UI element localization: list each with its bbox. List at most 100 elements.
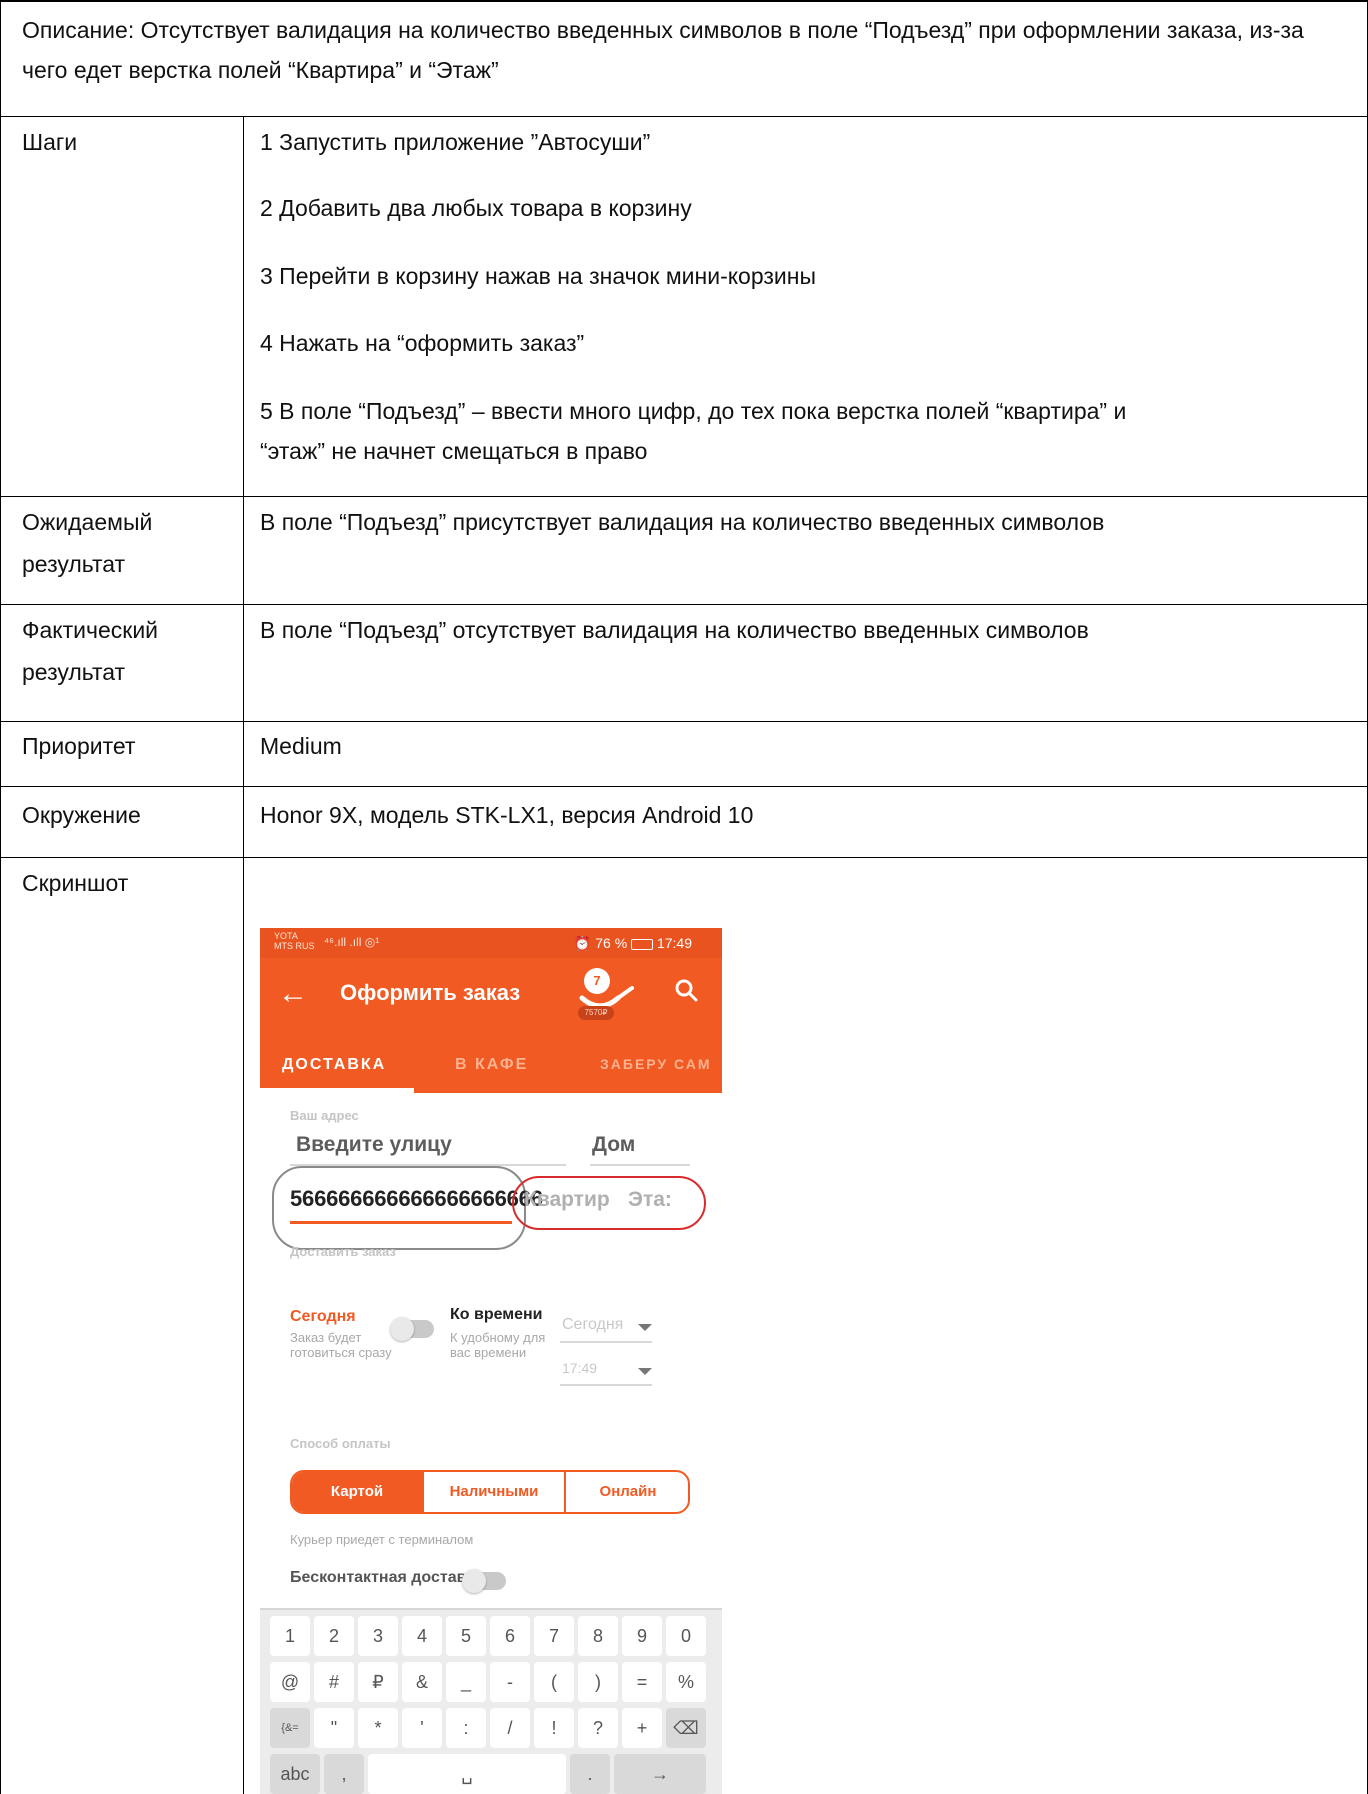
apartment-input[interactable]: Квартир: [524, 1188, 610, 1212]
environment-value: Honor 9X, модель STK-LX1, версия Android…: [260, 802, 754, 828]
today-sub-1: Заказ будет: [290, 1330, 362, 1345]
carrier-info: YOTA MTS RUS: [274, 931, 315, 951]
key-space[interactable]: ␣: [368, 1754, 566, 1794]
key-1[interactable]: 1: [270, 1616, 310, 1656]
key-2[interactable]: 2: [314, 1616, 354, 1656]
key-equals[interactable]: =: [622, 1662, 662, 1702]
battery-icon: [631, 938, 654, 950]
key-minus[interactable]: -: [490, 1662, 530, 1702]
tab-delivery[interactable]: ДОСТАВКА: [282, 1056, 386, 1074]
carrier-mts: MTS RUS: [274, 941, 315, 951]
house-underline: [590, 1164, 690, 1166]
key-6[interactable]: 6: [490, 1616, 530, 1656]
floor-input[interactable]: Эта:: [628, 1188, 672, 1212]
key-abc[interactable]: abc: [270, 1754, 320, 1794]
clock: 17:49: [656, 935, 692, 951]
tab-pickup[interactable]: ЗАБЕРУ САМ: [600, 1056, 712, 1072]
ontime-sub-1: К удобному для: [450, 1330, 546, 1345]
street-input[interactable]: Введите улицу: [296, 1133, 452, 1157]
payment-selector: Картой Наличными Онлайн: [290, 1470, 690, 1514]
today-sub-2: готовиться сразу: [290, 1345, 392, 1360]
key-7[interactable]: 7: [534, 1616, 574, 1656]
key-5[interactable]: 5: [446, 1616, 486, 1656]
page-title: Оформить заказ: [340, 980, 521, 1005]
actual-value: В поле “Подъезд” отсутствует валидация н…: [260, 617, 1089, 643]
actual-label-2: результат: [22, 659, 126, 685]
key-ruble[interactable]: ₽: [358, 1662, 398, 1702]
keyboard: 1 2 3 4 5 6 7 8 9 0 @ # ₽ & _ - ( ) = % …: [260, 1608, 722, 1794]
house-input[interactable]: Дом: [592, 1133, 635, 1157]
battery-percent: 76 %: [595, 935, 628, 951]
contactless-toggle[interactable]: [462, 1569, 506, 1593]
key-ampersand[interactable]: &: [402, 1662, 442, 1702]
time-toggle[interactable]: [390, 1317, 434, 1341]
carrier-yota: YOTA: [274, 931, 298, 941]
expected-value: В поле “Подъезд” присутствует валидация …: [260, 509, 1105, 535]
expected-label-2: результат: [22, 551, 126, 577]
mini-cart[interactable]: 7 7570₽: [578, 966, 638, 1026]
chevron-down-icon: [638, 1324, 652, 1331]
row-divider: [0, 604, 1368, 605]
courier-note: Курьер приедет с терминалом: [290, 1532, 474, 1547]
key-hash[interactable]: #: [314, 1662, 354, 1702]
key-underscore[interactable]: _: [446, 1662, 486, 1702]
back-arrow-icon[interactable]: ←: [278, 974, 308, 1014]
key-4[interactable]: 4: [402, 1616, 442, 1656]
key-period[interactable]: .: [570, 1754, 610, 1794]
enter-arrow-icon[interactable]: →: [614, 1754, 706, 1794]
payment-card[interactable]: Картой: [292, 1472, 422, 1512]
row-divider: [0, 857, 1368, 858]
column-divider: [243, 116, 244, 1794]
step-3: 3 Перейти в корзину нажав на значок мини…: [260, 263, 817, 289]
tab-cafe[interactable]: В КАФЕ: [455, 1056, 528, 1074]
key-3[interactable]: 3: [358, 1616, 398, 1656]
phone-screenshot: YOTA MTS RUS ⁴⁶.ıll .ıll ◎¹ ⏰ 76 % 17:49…: [260, 928, 722, 1794]
time-select[interactable]: 17:49: [562, 1360, 597, 1376]
key-at[interactable]: @: [270, 1662, 310, 1702]
key-symbols[interactable]: {&=: [270, 1708, 310, 1748]
key-rparen[interactable]: ): [578, 1662, 618, 1702]
signal-icon: ⁴⁶.ıll .ıll ◎¹: [324, 935, 380, 949]
environment-label: Окружение: [22, 802, 141, 828]
step-5-cont: “этаж” не начнет смещаться в право: [260, 438, 648, 464]
step-5: 5 В поле “Подъезд” – ввести много цифр, …: [260, 398, 1127, 424]
key-colon[interactable]: :: [446, 1708, 486, 1748]
key-exclamation[interactable]: !: [534, 1708, 574, 1748]
app-bar: ← Оформить заказ 7 7570₽: [260, 958, 722, 1038]
row-divider: [0, 496, 1368, 497]
key-comma[interactable]: ,: [324, 1754, 364, 1794]
payment-online[interactable]: Онлайн: [564, 1472, 688, 1512]
alarm-icon: ⏰: [573, 935, 592, 951]
step-4: 4 Нажать на “оформить заказ”: [260, 330, 585, 356]
step-2: 2 Добавить два любых товара в корзину: [260, 195, 692, 221]
ontime-title: Ко времени: [450, 1306, 543, 1323]
cart-sum: 7570₽: [578, 1006, 614, 1020]
key-slash[interactable]: /: [490, 1708, 530, 1748]
screenshot-label: Скриншот: [22, 870, 129, 896]
key-8[interactable]: 8: [578, 1616, 618, 1656]
entrance-input[interactable]: 566666666666666666666: [290, 1186, 543, 1212]
key-lparen[interactable]: (: [534, 1662, 574, 1702]
address-label: Ваш адрес: [290, 1108, 359, 1123]
key-0[interactable]: 0: [666, 1616, 706, 1656]
key-squote[interactable]: ': [402, 1708, 442, 1748]
chevron-down-icon: [638, 1368, 652, 1375]
key-plus[interactable]: +: [622, 1708, 662, 1748]
search-icon[interactable]: [674, 978, 700, 1004]
status-bar: YOTA MTS RUS ⁴⁶.ıll .ıll ◎¹ ⏰ 76 % 17:49: [260, 928, 722, 958]
actual-label-1: Фактический: [22, 617, 159, 643]
key-question[interactable]: ?: [578, 1708, 618, 1748]
key-dquote[interactable]: ": [314, 1708, 354, 1748]
backspace-icon[interactable]: ⌫: [666, 1708, 706, 1748]
table-border-left: [0, 0, 1, 1794]
payment-cash[interactable]: Наличными: [422, 1472, 564, 1512]
priority-label: Приоритет: [22, 733, 136, 759]
entrance-underline: [290, 1221, 512, 1224]
time-select-underline: [560, 1384, 652, 1386]
tab-indicator: [260, 1088, 414, 1093]
key-asterisk[interactable]: *: [358, 1708, 398, 1748]
key-percent[interactable]: %: [666, 1662, 706, 1702]
delivery-tabs: ДОСТАВКА В КАФЕ ЗАБЕРУ САМ: [260, 1038, 722, 1093]
day-select[interactable]: Сегодня: [562, 1316, 623, 1334]
key-9[interactable]: 9: [622, 1616, 662, 1656]
